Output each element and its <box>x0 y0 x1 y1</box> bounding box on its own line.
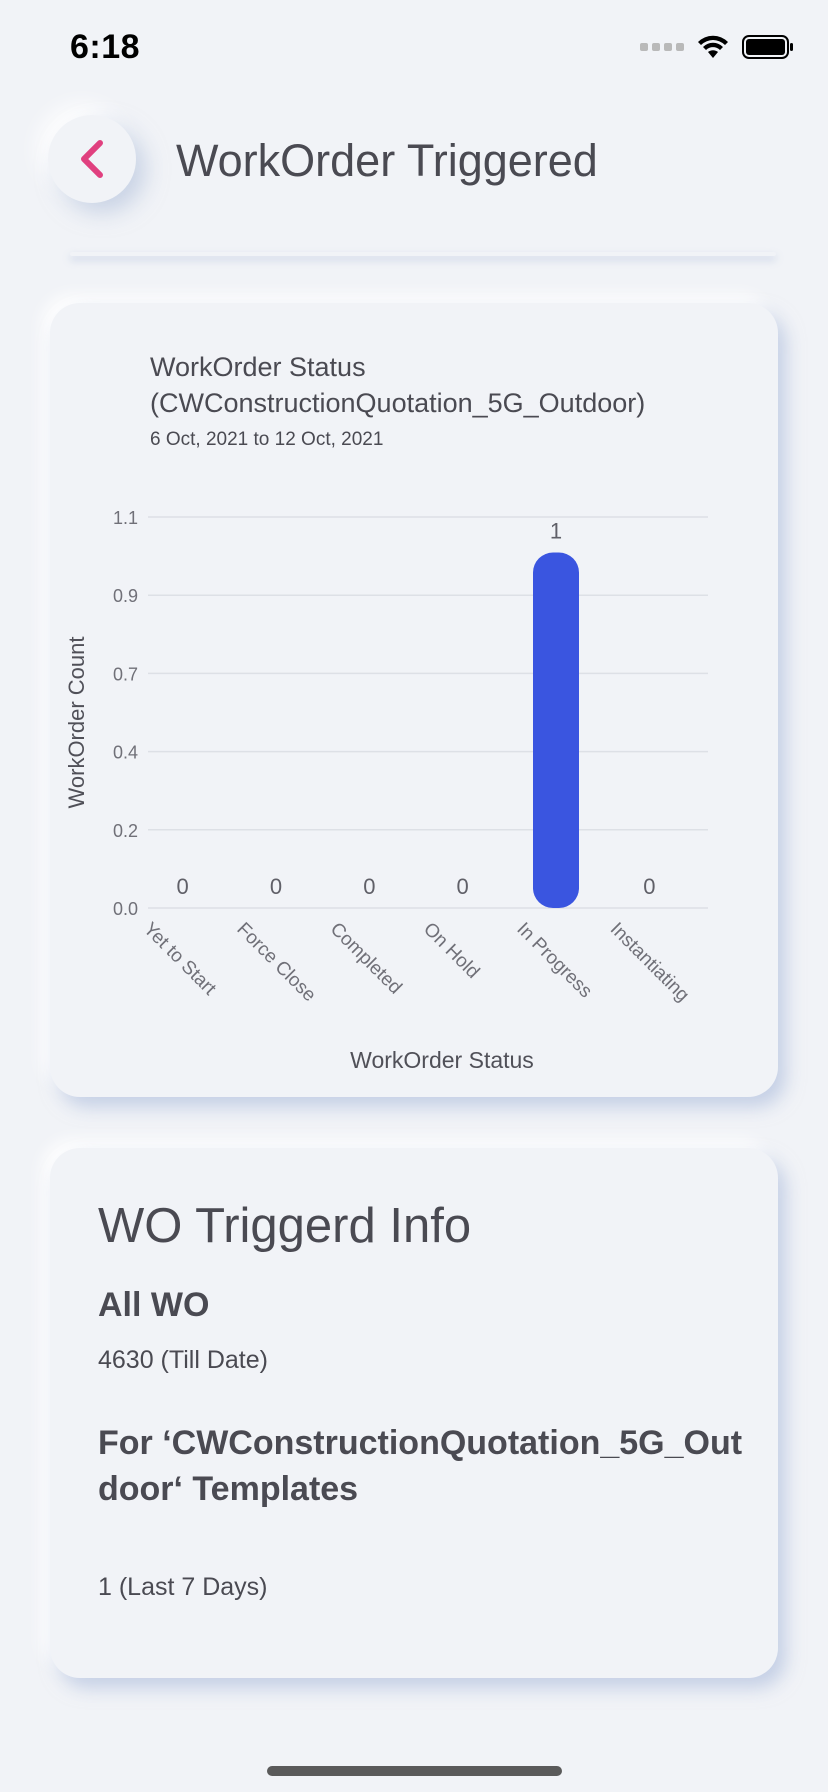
data-label: 0 <box>643 874 655 899</box>
x-tick-label: Yet to Start <box>139 919 220 1000</box>
all-wo-value: 4630 (Till Date) <box>98 1346 268 1374</box>
status-time: 6:18 <box>70 28 141 66</box>
cellular-signal-icon <box>640 43 684 51</box>
info-card: WO Triggerd Info All WO 4630 (Till Date)… <box>50 1148 778 1678</box>
data-label: 0 <box>363 874 375 899</box>
chevron-left-icon <box>81 140 103 178</box>
screen: 6:18 WorkOrder Triggered WorkOrder Statu… <box>0 0 828 1792</box>
x-tick-label: Force Close <box>232 919 319 1006</box>
header: WorkOrder Triggered <box>0 95 828 255</box>
bar <box>533 552 579 908</box>
x-tick-label: In Progress <box>512 919 596 1003</box>
y-axis-label: WorkOrder Count <box>64 637 89 809</box>
y-tick-label: 0.2 <box>113 821 138 841</box>
back-button[interactable] <box>48 115 136 203</box>
info-heading: WO Triggerd Info <box>98 1199 472 1253</box>
template-wo-label: For ‘CWConstructionQuotation_5G_Outdoor‘… <box>98 1424 743 1508</box>
header-divider <box>70 252 776 256</box>
y-tick-label: 0.9 <box>113 586 138 606</box>
all-wo-label: All WO <box>98 1286 210 1324</box>
x-axis-label: WorkOrder Status <box>350 1047 534 1073</box>
x-tick-label: On Hold <box>419 919 483 983</box>
wifi-icon <box>698 35 728 58</box>
workorder-status-chart: 0.0 0.2 0.4 0.7 0.9 1.1 WorkOrder Count 0 Yet to… <box>64 508 708 1073</box>
y-tick-label: 1.1 <box>113 508 138 528</box>
data-label: 0 <box>457 874 469 899</box>
status-icons <box>640 34 794 60</box>
data-label: 0 <box>270 874 282 899</box>
chart-card: WorkOrder Status (CWConstructionQuotatio… <box>50 303 778 1097</box>
battery-icon <box>742 35 793 59</box>
template-wo-value: 1 (Last 7 Days) <box>98 1573 268 1601</box>
y-tick-label: 0.7 <box>113 664 138 684</box>
y-tick-label: 0.0 <box>113 899 138 919</box>
x-tick-label: Instantiating <box>606 919 693 1006</box>
page-title: WorkOrder Triggered <box>176 135 598 186</box>
y-tick-label: 0.4 <box>113 743 138 763</box>
data-label: 1 <box>550 519 562 544</box>
x-tick-label: Completed <box>326 919 406 999</box>
home-indicator <box>267 1766 562 1776</box>
data-label: 0 <box>177 874 189 899</box>
